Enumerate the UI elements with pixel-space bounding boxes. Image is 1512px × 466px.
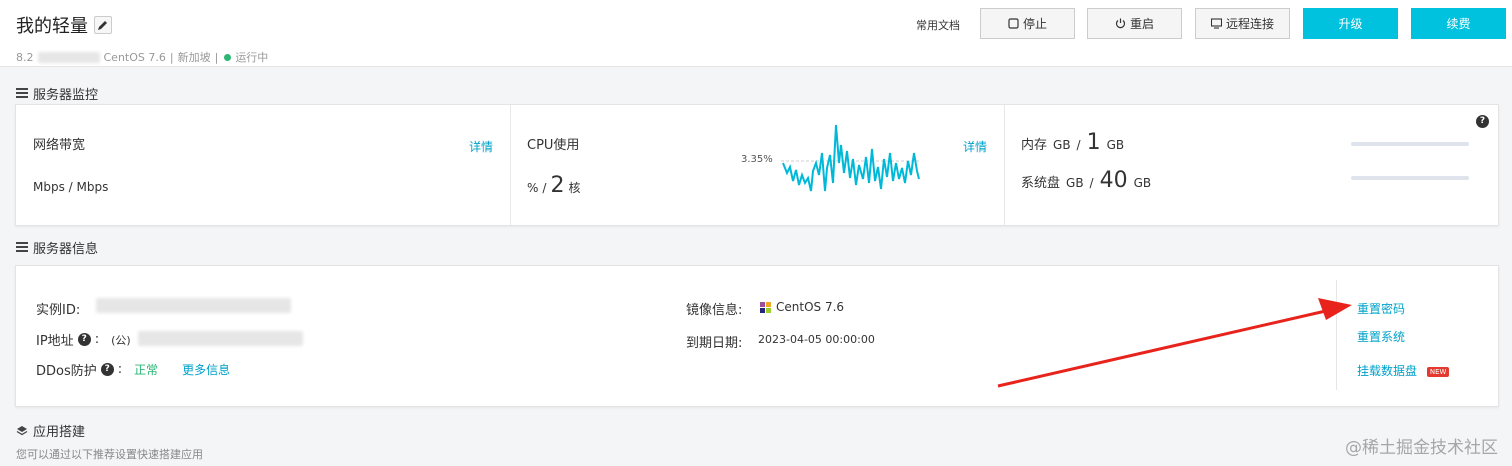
apps-section-title: 应用搭建	[16, 421, 85, 440]
apps-title-text: 应用搭建	[33, 425, 86, 440]
watermark: @稀土掘金技术社区	[1345, 438, 1498, 458]
arrow-head	[1318, 298, 1352, 320]
annotation-arrow	[997, 298, 1352, 388]
apps-subtitle: 您可以通过以下推荐设置快速搭建应用	[16, 448, 203, 461]
layers-icon	[16, 425, 28, 435]
arrow-shaft	[997, 308, 1331, 388]
